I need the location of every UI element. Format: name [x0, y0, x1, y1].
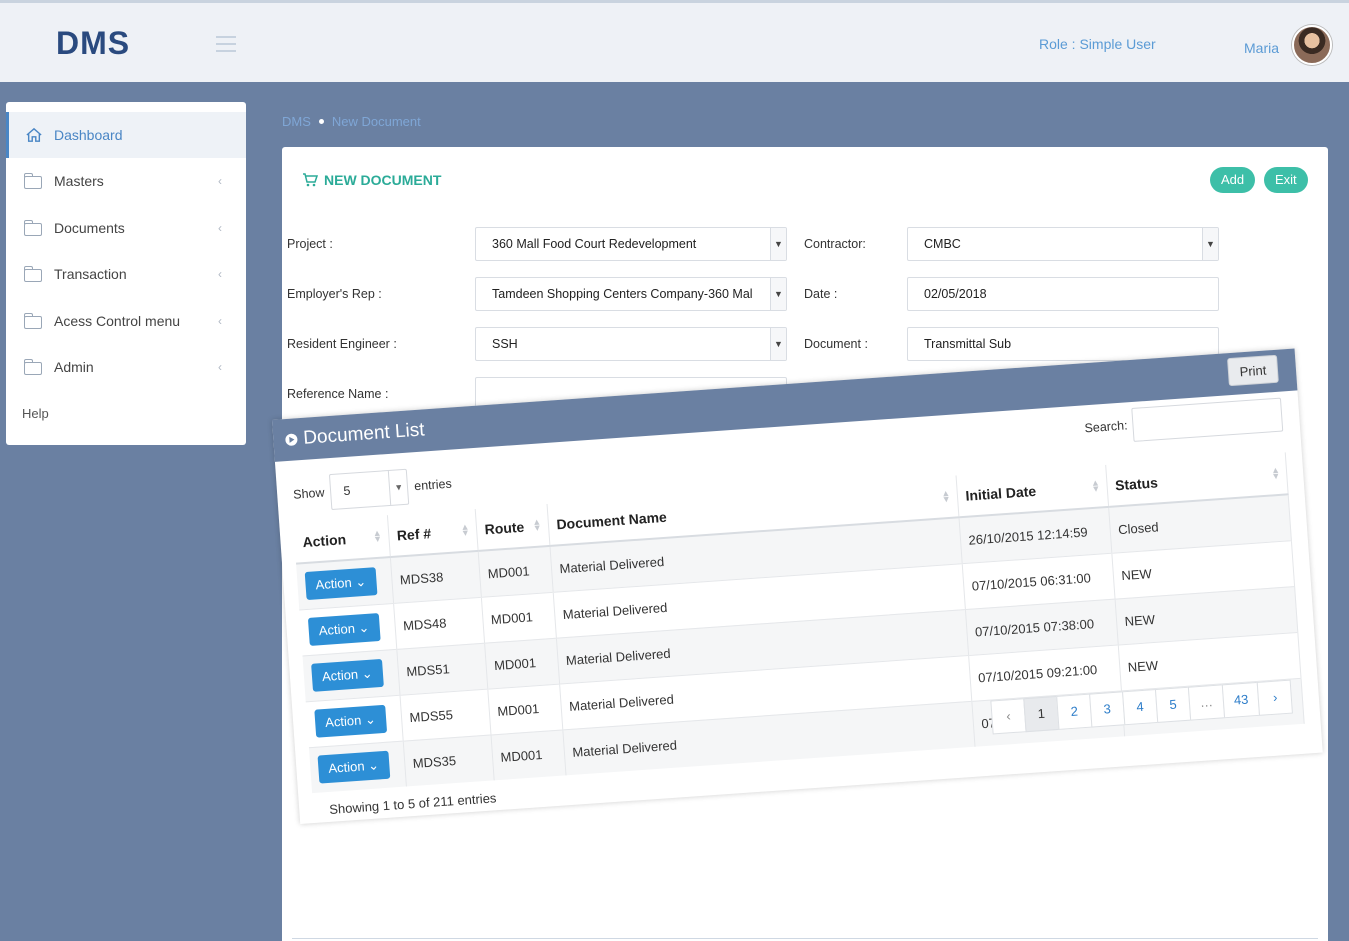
page-length-control: Show 5 ▼ entries: [292, 466, 453, 513]
sidebar-item-label: Dashboard: [54, 127, 123, 143]
chevron-left-icon: ‹: [218, 267, 222, 281]
date-field[interactable]: 02/05/2018: [907, 277, 1219, 311]
pagination-ellipsis: …: [1187, 684, 1226, 721]
top-bar: DMS Role : Simple User Maria: [0, 0, 1349, 82]
folder-icon: [23, 359, 42, 375]
sidebar-item-access-control[interactable]: Acess Control menu ‹: [6, 298, 246, 344]
sidebar-item-label: Acess Control menu: [54, 313, 181, 329]
folder-icon: [23, 266, 42, 282]
contractor-select[interactable]: CMBC ▼: [907, 227, 1219, 261]
sidebar-item-documents[interactable]: Documents ‹: [6, 205, 246, 251]
sidebar-item-admin[interactable]: Admin ‹: [6, 344, 246, 390]
app-logo[interactable]: DMS: [56, 25, 130, 62]
pagination-next[interactable]: ›: [1257, 679, 1294, 716]
date-label: Date :: [804, 287, 838, 301]
print-button[interactable]: Print: [1227, 354, 1279, 387]
ref-cell: MDS48: [393, 596, 485, 649]
route-cell: MD001: [480, 591, 556, 643]
pagination-prev[interactable]: ‹: [990, 698, 1027, 735]
search-input[interactable]: [1131, 397, 1284, 442]
page-title: NEW DOCUMENT: [302, 172, 441, 188]
pagination-page-3[interactable]: 3: [1089, 691, 1126, 728]
page-length-select[interactable]: 5 ▼: [329, 468, 410, 511]
employer-select[interactable]: Tamdeen Shopping Centers Company-360 Mal…: [475, 277, 787, 311]
document-select[interactable]: Transmittal Sub: [907, 327, 1219, 361]
row-action-button[interactable]: Action ⌄: [311, 658, 384, 692]
chevron-down-icon: ▼: [388, 469, 409, 505]
engineer-label: Resident Engineer :: [287, 337, 397, 351]
pagination-page-4[interactable]: 4: [1122, 688, 1159, 726]
breadcrumb: DMS New Document: [282, 114, 421, 129]
document-list-title: Document List: [285, 419, 426, 451]
project-select[interactable]: 360 Mall Food Court Redevelopment ▼: [475, 227, 787, 261]
sidebar-item-transaction[interactable]: Transaction ‹: [6, 251, 246, 297]
panel-divider: [292, 938, 1318, 939]
document-label: Document :: [804, 337, 868, 351]
user-name[interactable]: Maria: [1244, 40, 1279, 56]
reference-label: Reference Name :: [287, 387, 389, 401]
chevron-left-icon: ‹: [218, 221, 222, 235]
chevron-left-icon: ‹: [218, 174, 222, 188]
contractor-label: Contractor:: [804, 237, 866, 251]
sort-icon: ▲ ▼: [372, 527, 383, 545]
sidebar-item-masters[interactable]: Masters ‹: [6, 158, 246, 204]
column-header-action[interactable]: Action ▲ ▼: [293, 515, 390, 564]
sort-icon: ▲ ▼: [531, 516, 543, 534]
chevron-left-icon: ‹: [218, 360, 222, 374]
document-list-card: Document List Print Show 5 ▼ entries Sear…: [272, 348, 1323, 825]
row-action-button[interactable]: Action ⌄: [314, 704, 387, 738]
search-control: Search:: [1083, 397, 1284, 446]
menu-toggle-icon[interactable]: [216, 36, 236, 52]
chevron-down-icon: ▼: [770, 228, 786, 260]
sidebar-item-label: Documents: [54, 220, 125, 236]
folder-icon: [23, 220, 42, 236]
sort-icon: ▲ ▼: [460, 521, 471, 539]
chevron-down-icon: ▼: [770, 328, 786, 360]
breadcrumb-current: New Document: [331, 114, 421, 129]
sidebar-item-help[interactable]: Help: [22, 406, 49, 421]
project-label: Project :: [287, 237, 333, 251]
exit-button[interactable]: Exit: [1264, 167, 1308, 193]
ref-cell: MDS51: [396, 642, 488, 695]
pagination-page-2[interactable]: 2: [1056, 693, 1093, 730]
ref-cell: MDS38: [389, 550, 481, 604]
ref-cell: MDS35: [402, 734, 494, 787]
column-header-route[interactable]: Route ▲ ▼: [474, 504, 550, 551]
route-cell: MD001: [484, 637, 560, 689]
route-cell: MD001: [477, 545, 553, 597]
column-header-ref[interactable]: Ref # ▲ ▼: [386, 509, 478, 558]
sort-icon: ▲ ▼: [940, 487, 952, 505]
folder-icon: [23, 313, 42, 329]
folder-icon: [23, 173, 42, 189]
cart-icon: [303, 173, 318, 187]
add-button[interactable]: Add: [1210, 167, 1256, 193]
pagination-page-43[interactable]: 43: [1221, 681, 1261, 719]
employer-label: Employer's Rep :: [287, 287, 382, 301]
sidebar-item-dashboard[interactable]: Dashboard: [6, 112, 246, 158]
sidebar-item-label: Transaction: [54, 266, 127, 282]
document-table: Action ▲ ▼ Ref # ▲ ▼ Route ▲ ▼ Document Name ▲ ▼…: [293, 452, 1305, 794]
route-cell: MD001: [487, 683, 563, 735]
chevron-down-icon: ▼: [770, 278, 786, 310]
sort-icon: ▲ ▼: [1270, 464, 1281, 482]
route-cell: MD001: [490, 729, 566, 781]
avatar[interactable]: [1292, 25, 1332, 65]
user-role: Role : Simple User: [1039, 36, 1156, 52]
chevron-down-icon: ▼: [1202, 228, 1218, 260]
ref-cell: MDS55: [399, 688, 491, 741]
sidebar-item-label: Masters: [54, 173, 104, 189]
home-icon: [26, 127, 42, 142]
sidebar-item-label: Admin: [54, 359, 94, 375]
row-action-button[interactable]: Action ⌄: [317, 750, 390, 784]
chevron-left-icon: ‹: [218, 314, 222, 328]
circle-arrow-icon: [285, 433, 298, 447]
engineer-select[interactable]: SSH ▼: [475, 327, 787, 361]
pagination-page-5[interactable]: 5: [1154, 686, 1192, 723]
sort-icon: ▲ ▼: [1090, 477, 1101, 494]
breadcrumb-root[interactable]: DMS: [282, 114, 311, 129]
row-action-button[interactable]: Action ⌄: [304, 567, 378, 601]
row-action-button[interactable]: Action ⌄: [307, 613, 381, 646]
sidebar: Dashboard Masters ‹ Documents ‹ Transact…: [6, 102, 246, 445]
pagination-page-1[interactable]: 1: [1023, 695, 1060, 733]
